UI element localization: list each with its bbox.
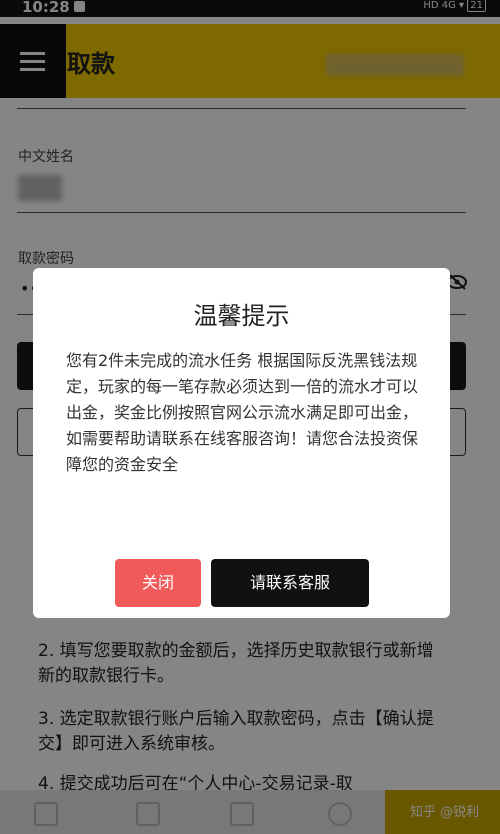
notice-dialog: 温馨提示 您有2件未完成的流水任务 根据国际反洗黑钱法规定，玩家的每一笔存款必须… <box>33 268 450 618</box>
close-button[interactable]: 关闭 <box>115 559 201 607</box>
dialog-message: 您有2件未完成的流水任务 根据国际反洗黑钱法规定，玩家的每一笔存款必须达到一倍的… <box>66 351 419 474</box>
dialog-title: 温馨提示 <box>193 302 290 330</box>
contact-service-button[interactable]: 请联系客服 <box>211 559 369 607</box>
